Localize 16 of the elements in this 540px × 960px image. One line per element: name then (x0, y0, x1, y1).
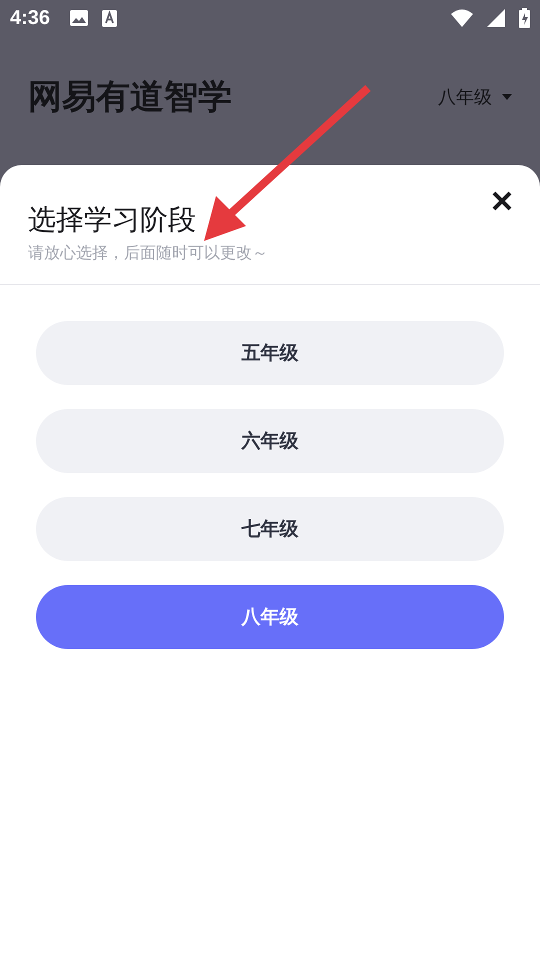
close-icon (490, 189, 514, 213)
text-icon (102, 10, 118, 26)
grade-option[interactable]: 八年级 (36, 585, 504, 649)
app-title: 网易有道智学 (28, 76, 232, 118)
grade-option[interactable]: 六年级 (36, 409, 504, 473)
battery-icon (519, 8, 530, 28)
close-button[interactable] (490, 189, 514, 213)
sheet-subtitle: 请放心选择，后面随时可以更改～ (28, 243, 269, 264)
caret-icon (502, 94, 512, 100)
status-time: 4:36 (10, 6, 50, 30)
grade-option[interactable]: 五年级 (36, 321, 504, 385)
signal-icon (487, 9, 505, 27)
wifi-icon (451, 9, 473, 27)
image-icon (70, 10, 88, 26)
grade-option[interactable]: 七年级 (36, 497, 504, 561)
sheet-title: 选择学习阶段 (28, 202, 197, 238)
